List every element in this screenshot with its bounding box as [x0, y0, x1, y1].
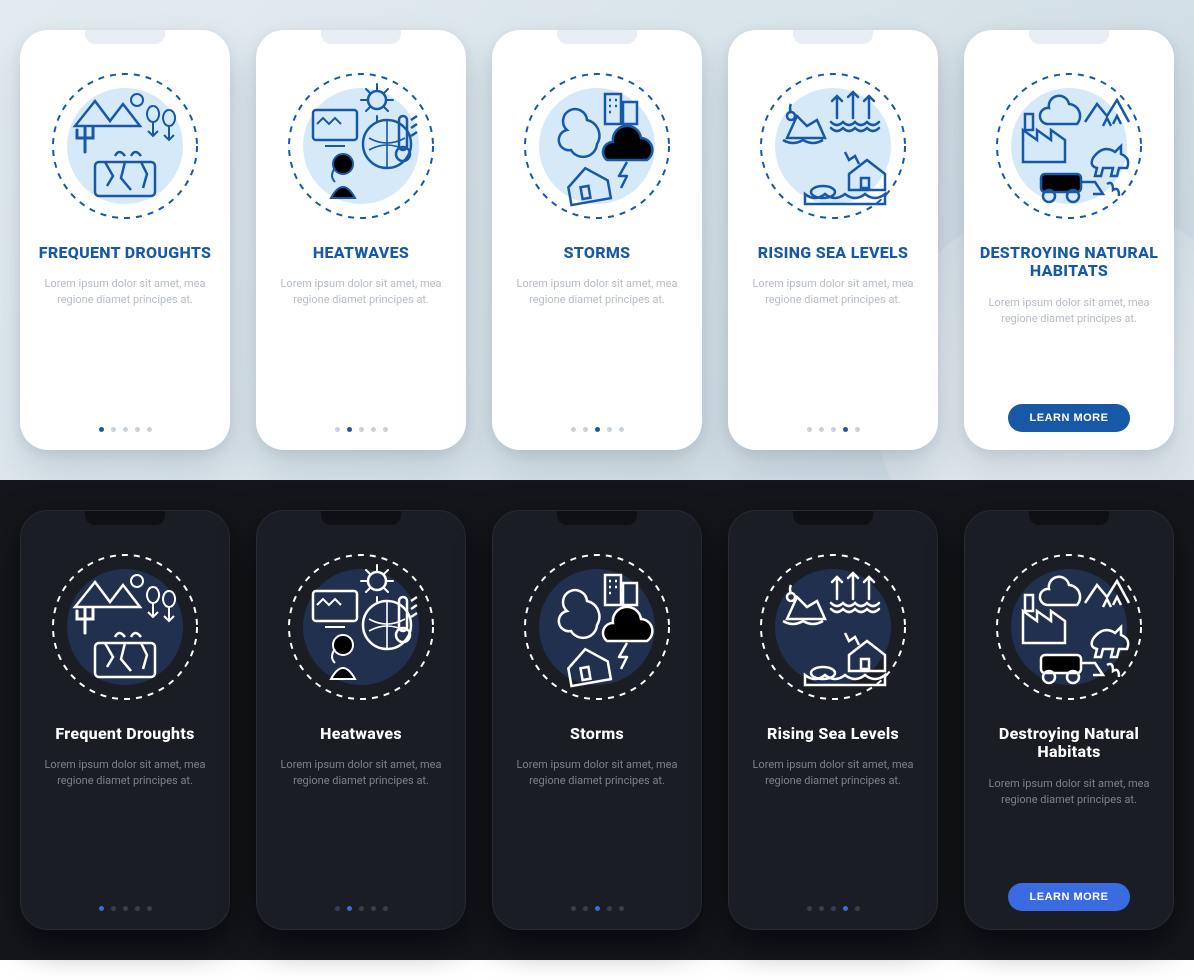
- card-desc: Lorem ipsum dolor sit amet, mea regione …: [748, 276, 918, 308]
- card-title: FREQUENT DROUGHTS: [39, 244, 212, 262]
- card-title: Storms: [570, 725, 624, 743]
- onboarding-card: Heatwaves Lorem ipsum dolor sit amet, me…: [256, 510, 466, 930]
- onboarding-card: Storms Lorem ipsum dolor sit amet, mea r…: [492, 510, 702, 930]
- sea-level-icon: [753, 547, 913, 707]
- pagination-dots[interactable]: [99, 906, 152, 911]
- card-desc: Lorem ipsum dolor sit amet, mea regione …: [512, 276, 682, 308]
- drought-icon: [45, 547, 205, 707]
- card-desc: Lorem ipsum dolor sit amet, mea regione …: [984, 776, 1154, 808]
- card-title: STORMS: [564, 244, 631, 262]
- onboarding-card: Frequent Droughts Lorem ipsum dolor sit …: [20, 510, 230, 930]
- card-title: HEATWAVES: [313, 244, 409, 262]
- phone-notch: [321, 30, 401, 44]
- onboarding-card: Rising Sea Levels Lorem ipsum dolor sit …: [728, 510, 938, 930]
- card-desc: Lorem ipsum dolor sit amet, mea regione …: [40, 276, 210, 308]
- heatwave-icon: [281, 66, 441, 226]
- phone-notch: [321, 511, 401, 525]
- card-desc: Lorem ipsum dolor sit amet, mea regione …: [276, 757, 446, 789]
- phone-notch: [85, 30, 165, 44]
- onboarding-light-row: FREQUENT DROUGHTS Lorem ipsum dolor sit …: [0, 0, 1194, 480]
- card-desc: Lorem ipsum dolor sit amet, mea regione …: [512, 757, 682, 789]
- phone-notch: [85, 511, 165, 525]
- card-title: Destroying Natural Habitats: [979, 725, 1159, 762]
- pagination-dots[interactable]: [807, 427, 860, 432]
- onboarding-dark-row: Frequent Droughts Lorem ipsum dolor sit …: [0, 480, 1194, 960]
- pagination-dots[interactable]: [335, 906, 388, 911]
- heatwave-icon: [281, 547, 441, 707]
- learn-more-button[interactable]: LEARN MORE: [1008, 404, 1131, 432]
- card-title: Frequent Droughts: [55, 725, 194, 743]
- card-title: RISING SEA LEVELS: [758, 244, 908, 262]
- habitat-icon: [989, 66, 1149, 226]
- onboarding-card: FREQUENT DROUGHTS Lorem ipsum dolor sit …: [20, 30, 230, 450]
- onboarding-card: Destroying Natural Habitats Lorem ipsum …: [964, 510, 1174, 930]
- phone-notch: [1029, 30, 1109, 44]
- card-desc: Lorem ipsum dolor sit amet, mea regione …: [276, 276, 446, 308]
- pagination-dots[interactable]: [99, 427, 152, 432]
- storm-icon: [517, 547, 677, 707]
- pagination-dots[interactable]: [335, 427, 388, 432]
- phone-notch: [793, 30, 873, 44]
- habitat-icon: [989, 547, 1149, 707]
- storm-icon: [517, 66, 677, 226]
- card-title: DESTROYING NATURAL HABITATS: [978, 244, 1160, 281]
- card-desc: Lorem ipsum dolor sit amet, mea regione …: [984, 295, 1154, 327]
- phone-notch: [1029, 511, 1109, 525]
- card-title: Heatwaves: [320, 725, 402, 743]
- onboarding-card: HEATWAVES Lorem ipsum dolor sit amet, me…: [256, 30, 466, 450]
- onboarding-card: STORMS Lorem ipsum dolor sit amet, mea r…: [492, 30, 702, 450]
- pagination-dots[interactable]: [571, 906, 624, 911]
- card-desc: Lorem ipsum dolor sit amet, mea regione …: [748, 757, 918, 789]
- phone-notch: [557, 511, 637, 525]
- sea-level-icon: [753, 66, 913, 226]
- drought-icon: [45, 66, 205, 226]
- phone-notch: [793, 511, 873, 525]
- pagination-dots[interactable]: [807, 906, 860, 911]
- learn-more-button[interactable]: LEARN MORE: [1008, 883, 1131, 911]
- phone-notch: [557, 30, 637, 44]
- onboarding-card: RISING SEA LEVELS Lorem ipsum dolor sit …: [728, 30, 938, 450]
- card-desc: Lorem ipsum dolor sit amet, mea regione …: [40, 757, 210, 789]
- card-title: Rising Sea Levels: [767, 725, 899, 743]
- onboarding-card: DESTROYING NATURAL HABITATS Lorem ipsum …: [964, 30, 1174, 450]
- pagination-dots[interactable]: [571, 427, 624, 432]
